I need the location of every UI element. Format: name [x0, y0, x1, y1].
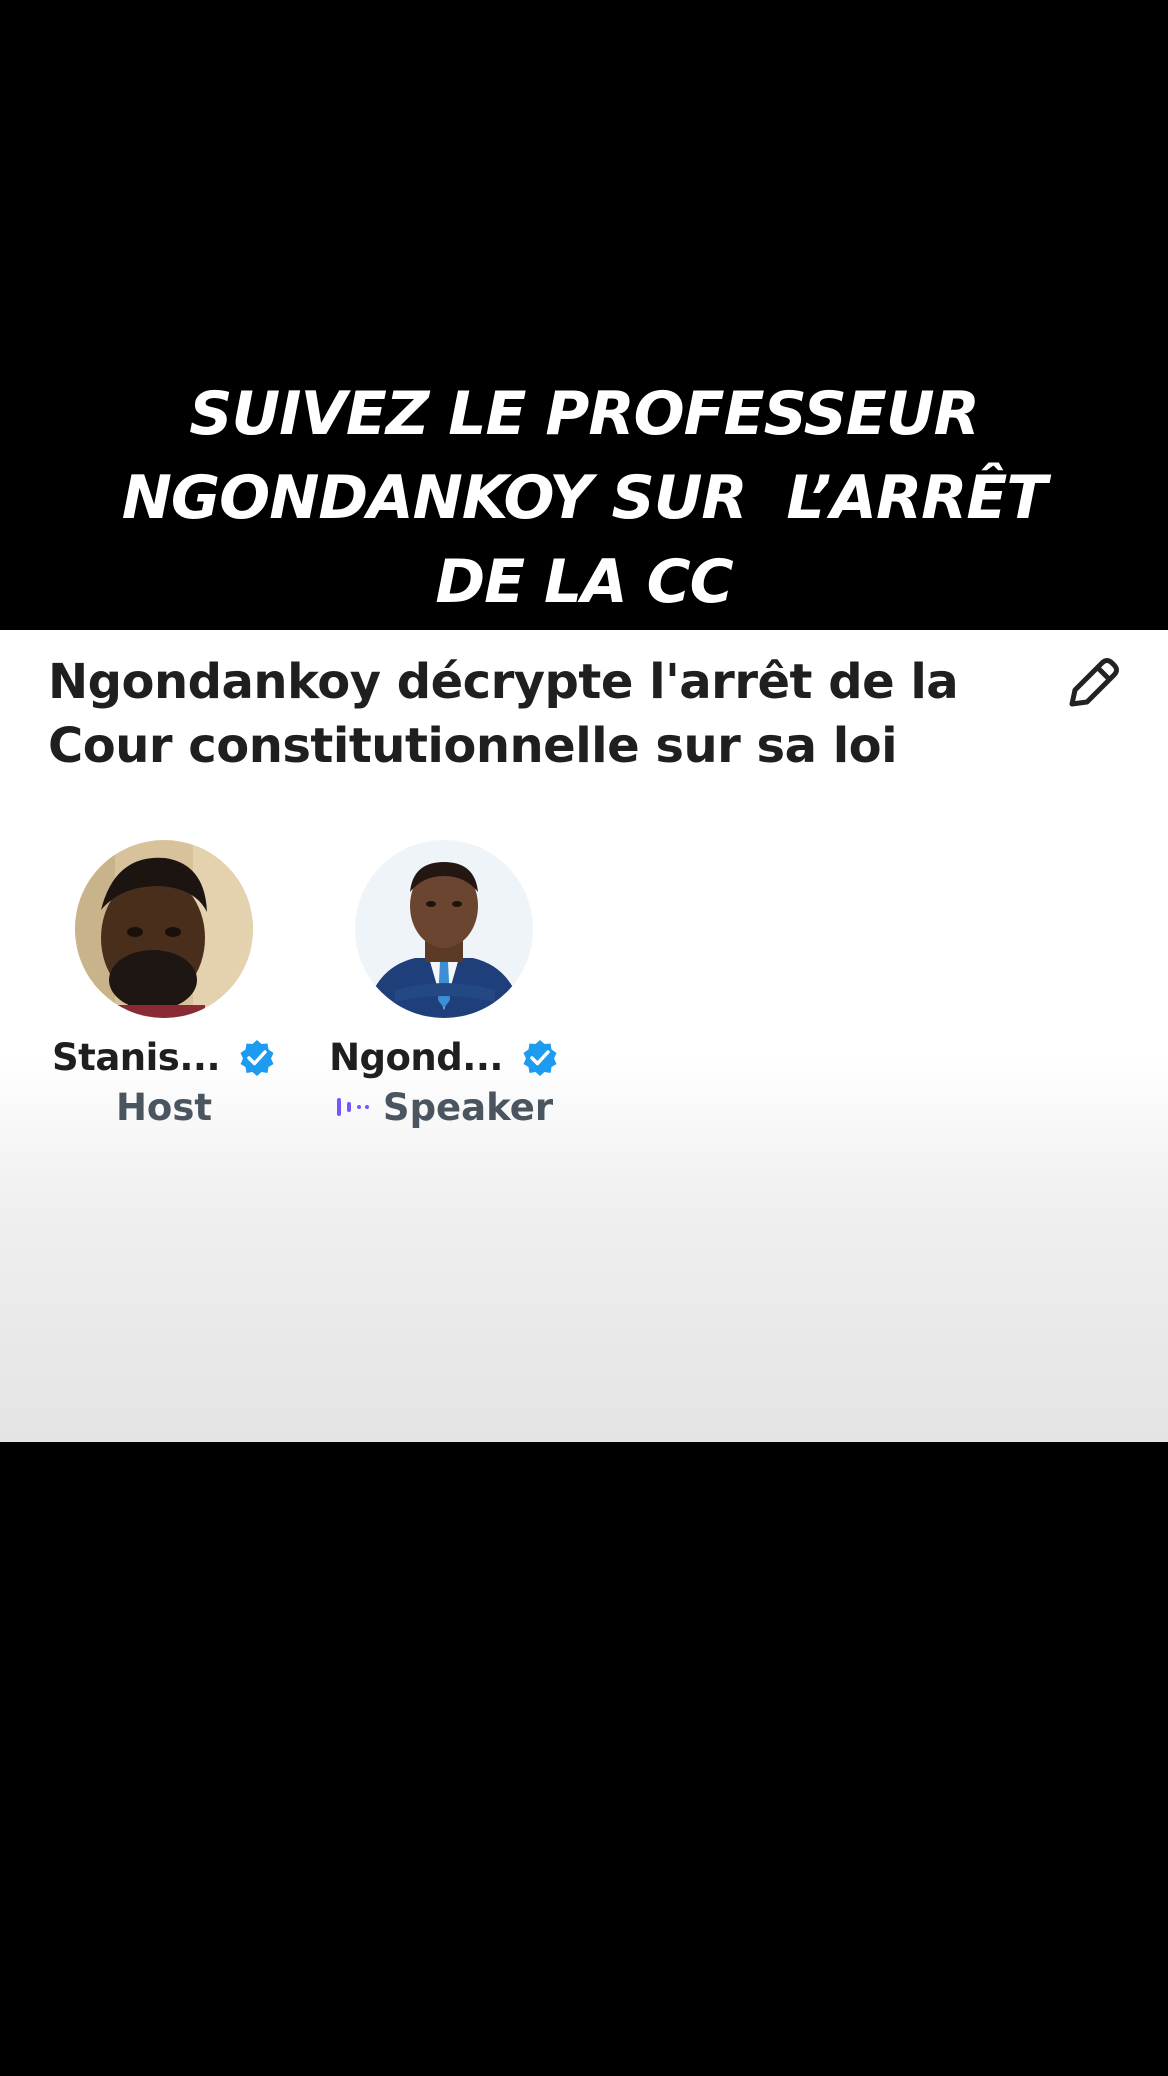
participant-speaker[interactable]: Ngond... Speaker — [314, 840, 574, 1132]
space-card: Ngondankoy décrypte l'arrêt de la Cour c… — [0, 630, 1168, 1442]
participant-role: Speaker — [382, 1085, 554, 1129]
participant-host[interactable]: Stanis... Host — [34, 840, 294, 1132]
verified-badge-icon — [240, 1040, 274, 1076]
participant-name: Stanis... — [51, 1035, 221, 1079]
name-row: Ngond... — [314, 1032, 574, 1082]
space-title-line-1: Ngondankoy décrypte l'arrêt de la — [48, 654, 959, 710]
verified-badge-icon — [523, 1040, 557, 1076]
pencil-icon[interactable] — [1058, 650, 1126, 718]
space-title: Ngondankoy décrypte l'arrêt de la Cour c… — [48, 650, 1008, 778]
avatar-photo — [75, 840, 253, 1018]
avatar[interactable] — [355, 840, 533, 1018]
avatar-photo — [355, 840, 533, 1018]
participant-name: Ngond... — [329, 1035, 503, 1079]
space-title-line-2: Cour constitutionnelle sur sa loi — [48, 718, 898, 774]
caption-line-2: NGONDANKOY SUR L’ARRÊT — [121, 463, 1048, 533]
caption-line-1: SUIVEZ LE PROFESSEUR — [189, 379, 980, 449]
participant-role: Host — [115, 1085, 213, 1129]
audio-waveform-icon — [336, 1098, 369, 1116]
name-row: Stanis... — [34, 1032, 294, 1082]
bottom-letterbox — [0, 1442, 1168, 2076]
caption-line-3: DE LA CC — [435, 547, 733, 617]
avatar[interactable] — [75, 840, 253, 1018]
role-row: Host — [34, 1082, 294, 1132]
video-caption-overlay: SUIVEZ LE PROFESSEUR NGONDANKOY SUR L’AR… — [0, 372, 1168, 624]
role-row: Speaker — [314, 1082, 574, 1132]
